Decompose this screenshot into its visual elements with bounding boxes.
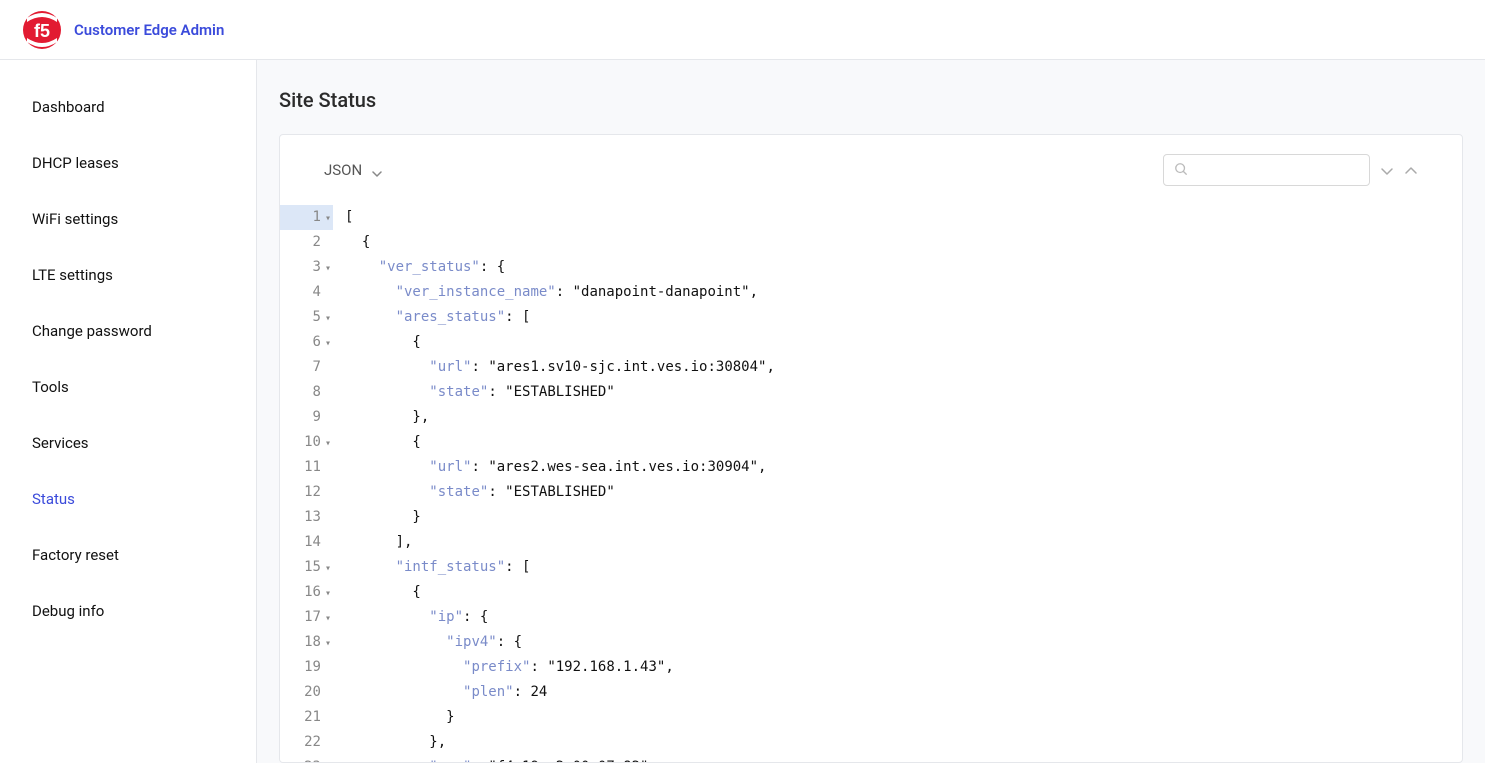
- code-line[interactable]: },: [345, 730, 1462, 755]
- sidebar-item-change-password[interactable]: Change password: [0, 312, 256, 350]
- gutter-line: 2▾: [280, 230, 333, 255]
- sidebar-item-tools[interactable]: Tools: [0, 368, 256, 406]
- fold-marker-icon[interactable]: ▾: [325, 589, 331, 599]
- code-line[interactable]: "mac": "f4:19:e2:00:07:82",: [345, 755, 1462, 762]
- code-line[interactable]: {: [345, 230, 1462, 255]
- json-editor[interactable]: 1▾2▾3▾4▾5▾6▾7▾8▾9▾10▾11▾12▾13▾14▾15▾16▾1…: [280, 205, 1462, 762]
- code-line[interactable]: "ares_status": [: [345, 305, 1462, 330]
- code-line[interactable]: },: [345, 405, 1462, 430]
- sidebar-item-wifi-settings[interactable]: WiFi settings: [0, 200, 256, 238]
- code-line[interactable]: "ipv4": {: [345, 630, 1462, 655]
- gutter-line: 4▾: [280, 280, 333, 305]
- header: f5 Customer Edge Admin: [0, 0, 1485, 60]
- code-line[interactable]: {: [345, 580, 1462, 605]
- gutter-line: 1▾: [280, 205, 333, 230]
- search-prev-icon[interactable]: [1404, 163, 1418, 177]
- code-line[interactable]: "url": "ares2.wes-sea.int.ves.io:30904",: [345, 455, 1462, 480]
- code-line[interactable]: }: [345, 505, 1462, 530]
- code-line[interactable]: "url": "ares1.sv10-sjc.int.ves.io:30804"…: [345, 355, 1462, 380]
- gutter-line: 12▾: [280, 480, 333, 505]
- editor-gutter: 1▾2▾3▾4▾5▾6▾7▾8▾9▾10▾11▾12▾13▾14▾15▾16▾1…: [280, 205, 339, 762]
- gutter-line: 20▾: [280, 680, 333, 705]
- code-line[interactable]: "plen": 24: [345, 680, 1462, 705]
- gutter-line: 16▾: [280, 580, 333, 605]
- gutter-line: 18▾: [280, 630, 333, 655]
- gutter-line: 13▾: [280, 505, 333, 530]
- chevron-down-icon: [372, 165, 382, 175]
- gutter-line: 19▾: [280, 655, 333, 680]
- gutter-line: 22▾: [280, 730, 333, 755]
- logo-wrap: f5 Customer Edge Admin: [22, 10, 224, 50]
- code-line[interactable]: "prefix": "192.168.1.43",: [345, 655, 1462, 680]
- page-title: Site Status: [279, 88, 1463, 112]
- card-toolbar: JSON: [280, 135, 1462, 205]
- gutter-line: 15▾: [280, 555, 333, 580]
- fold-marker-icon[interactable]: ▾: [325, 639, 331, 649]
- code-line[interactable]: "state": "ESTABLISHED": [345, 480, 1462, 505]
- gutter-line: 3▾: [280, 255, 333, 280]
- fold-marker-icon[interactable]: ▾: [325, 439, 331, 449]
- code-line[interactable]: "ver_status": {: [345, 255, 1462, 280]
- code-line[interactable]: }: [345, 705, 1462, 730]
- gutter-line: 9▾: [280, 405, 333, 430]
- fold-marker-icon[interactable]: ▾: [325, 264, 331, 274]
- format-dropdown-label: JSON: [324, 161, 362, 179]
- fold-marker-icon[interactable]: ▾: [325, 339, 331, 349]
- code-line[interactable]: "ip": {: [345, 605, 1462, 630]
- gutter-line: 7▾: [280, 355, 333, 380]
- fold-marker-icon[interactable]: ▾: [325, 564, 331, 574]
- fold-marker-icon[interactable]: ▾: [325, 214, 331, 224]
- fold-marker-icon[interactable]: ▾: [325, 314, 331, 324]
- main: Site Status JSON: [257, 60, 1485, 763]
- code-line[interactable]: [: [345, 205, 1462, 230]
- right-tools: [1163, 154, 1418, 186]
- search-icon: [1174, 161, 1188, 180]
- gutter-line: 8▾: [280, 380, 333, 405]
- search-next-icon[interactable]: [1380, 163, 1394, 177]
- sidebar-item-dashboard[interactable]: Dashboard: [0, 88, 256, 126]
- search-input[interactable]: [1196, 162, 1377, 178]
- format-dropdown[interactable]: JSON: [324, 161, 382, 179]
- sidebar-item-lte-settings[interactable]: LTE settings: [0, 256, 256, 294]
- code-line[interactable]: "ver_instance_name": "danapoint-danapoin…: [345, 280, 1462, 305]
- f5-logo-icon: f5: [22, 10, 62, 50]
- fold-marker-icon[interactable]: ▾: [325, 614, 331, 624]
- gutter-line: 5▾: [280, 305, 333, 330]
- gutter-line: 21▾: [280, 705, 333, 730]
- code-line[interactable]: ],: [345, 530, 1462, 555]
- brand-name: Customer Edge Admin: [74, 21, 224, 39]
- sidebar-item-factory-reset[interactable]: Factory reset: [0, 536, 256, 574]
- code-line[interactable]: {: [345, 330, 1462, 355]
- code-line[interactable]: {: [345, 430, 1462, 455]
- sidebar-item-services[interactable]: Services: [0, 424, 256, 462]
- editor-code[interactable]: [ { "ver_status": { "ver_instance_name":…: [339, 205, 1462, 762]
- gutter-line: 23▾: [280, 755, 333, 762]
- code-line[interactable]: "state": "ESTABLISHED": [345, 380, 1462, 405]
- layout: Dashboard DHCP leases WiFi settings LTE …: [0, 60, 1485, 763]
- sidebar: Dashboard DHCP leases WiFi settings LTE …: [0, 60, 257, 763]
- sidebar-item-debug-info[interactable]: Debug info: [0, 592, 256, 630]
- status-card: JSON: [279, 134, 1463, 763]
- sidebar-item-status[interactable]: Status: [0, 480, 256, 518]
- gutter-line: 14▾: [280, 530, 333, 555]
- gutter-line: 17▾: [280, 605, 333, 630]
- svg-text:f5: f5: [34, 21, 50, 41]
- sidebar-item-dhcp-leases[interactable]: DHCP leases: [0, 144, 256, 182]
- code-line[interactable]: "intf_status": [: [345, 555, 1462, 580]
- gutter-line: 6▾: [280, 330, 333, 355]
- gutter-line: 11▾: [280, 455, 333, 480]
- search-box[interactable]: [1163, 154, 1370, 186]
- gutter-line: 10▾: [280, 430, 333, 455]
